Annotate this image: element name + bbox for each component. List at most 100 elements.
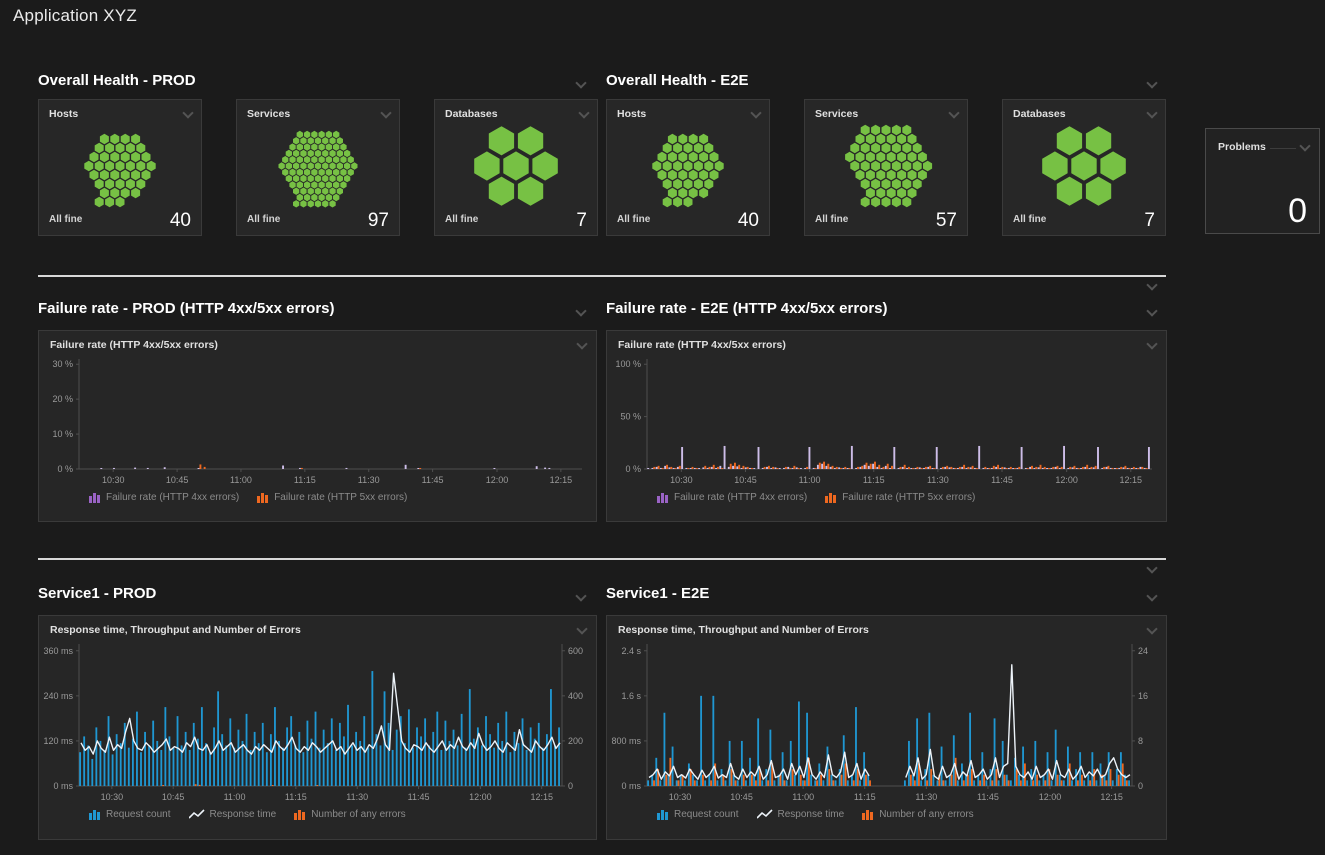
problems-tile[interactable]: Problems 0 [1205,128,1320,234]
healthy-hexagon[interactable] [340,181,346,188]
healthy-hexagon[interactable] [300,175,306,182]
chevron-down-icon[interactable] [576,79,586,89]
healthy-hexagon[interactable] [351,162,357,169]
healthy-hexagon[interactable] [699,188,708,198]
healthy-hexagon[interactable] [902,197,911,207]
legend-item[interactable]: Failure rate (HTTP 5xx errors) [825,492,975,503]
healthy-hexagon[interactable] [663,161,672,171]
healthy-hexagon[interactable] [300,150,306,157]
healthy-hexagon[interactable] [699,152,708,162]
healthy-hexagon[interactable] [887,134,896,144]
legend-item[interactable]: Response time [757,809,845,820]
health-tile-hosts-e2e[interactable]: Hosts All fine 40 [606,99,770,236]
service1-prod-plot[interactable]: 360 ms240 ms120 ms0 ms600400200010:3010:… [39,638,596,806]
healthy-hexagon[interactable] [121,152,130,162]
healthy-hexagon[interactable] [297,143,303,150]
healthy-hexagon[interactable] [882,161,891,171]
healthy-hexagon[interactable] [136,161,145,171]
healthy-hexagon[interactable] [293,200,299,207]
healthy-hexagon[interactable] [658,152,667,162]
healthy-hexagon[interactable] [689,170,698,180]
healthy-hexagon[interactable] [673,179,682,189]
legend-item[interactable]: Failure rate (HTTP 4xx errors) [89,492,239,503]
healthy-hexagon[interactable] [340,156,346,163]
healthy-hexagon[interactable] [340,143,346,150]
healthy-hexagon[interactable] [105,161,114,171]
healthy-hexagon[interactable] [913,161,922,171]
healthy-hexagon[interactable] [887,188,896,198]
healthy-hexagon[interactable] [892,179,901,189]
healthy-hexagon[interactable] [882,125,891,135]
health-tile-databases-e2e[interactable]: Databases All fine 7 [1002,99,1166,236]
healthy-hexagon[interactable] [311,156,317,163]
healthy-hexagon[interactable] [861,197,870,207]
chevron-down-icon[interactable] [576,592,586,602]
healthy-hexagon[interactable] [668,134,677,144]
healthy-hexagon[interactable] [704,179,713,189]
healthy-hexagon[interactable] [308,188,314,195]
healthy-hexagon[interactable] [673,197,682,207]
healthy-hexagon[interactable] [322,188,328,195]
healthy-hexagon[interactable] [110,188,119,198]
healthy-hexagon[interactable] [897,134,906,144]
healthy-hexagon[interactable] [105,179,114,189]
healthy-hexagon[interactable] [297,156,303,163]
healthy-hexagon[interactable] [344,162,350,169]
healthy-hexagon[interactable] [100,134,109,144]
chevron-down-icon[interactable] [577,625,587,635]
healthy-hexagon[interactable] [658,170,667,180]
failure-rate-e2e-plot[interactable]: 100 %50 %0 %10:3010:4511:0011:1511:3011:… [607,353,1166,489]
healthy-hexagon[interactable] [126,143,135,153]
healthy-hexagon[interactable] [319,131,325,138]
healthy-hexagon[interactable] [887,170,896,180]
healthy-hexagon[interactable] [326,169,332,176]
healthy-hexagon[interactable] [850,143,859,153]
healthy-hexagon[interactable] [652,161,661,171]
healthy-hexagon[interactable] [333,169,339,176]
healthy-hexagon[interactable] [663,179,672,189]
chevron-down-icon[interactable] [1147,592,1157,602]
healthy-hexagon[interactable] [311,194,317,201]
healthy-hexagon[interactable] [908,188,917,198]
healthy-hexagon[interactable] [532,151,557,180]
healthy-hexagon[interactable] [319,143,325,150]
healthy-hexagon[interactable] [489,126,514,155]
healthy-hexagon[interactable] [337,188,343,195]
healthy-hexagon[interactable] [100,188,109,198]
chevron-down-icon[interactable] [1147,79,1157,89]
healthy-hexagon[interactable] [710,152,719,162]
healthy-hexagon[interactable] [282,156,288,163]
healthy-hexagon[interactable] [90,170,99,180]
healthy-hexagon[interactable] [856,152,865,162]
healthy-hexagon[interactable] [897,152,906,162]
healthy-hexagon[interactable] [348,169,354,176]
healthy-hexagon[interactable] [105,143,114,153]
healthy-hexagon[interactable] [329,200,335,207]
healthy-hexagon[interactable] [293,162,299,169]
healthy-hexagon[interactable] [902,161,911,171]
healthy-hexagon[interactable] [95,197,104,207]
chevron-down-icon[interactable] [1147,340,1157,350]
healthy-hexagon[interactable] [344,175,350,182]
healthy-hexagon[interactable] [1086,177,1111,206]
healthy-hexagon[interactable] [892,125,901,135]
healthy-hexagon[interactable] [297,169,303,176]
healthy-hexagon[interactable] [673,143,682,153]
healthy-hexagon[interactable] [908,134,917,144]
healthy-hexagon[interactable] [319,169,325,176]
healthy-hexagon[interactable] [668,152,677,162]
healthy-hexagon[interactable] [704,143,713,153]
healthy-hexagon[interactable] [1042,151,1067,180]
healthy-hexagon[interactable] [300,188,306,195]
healthy-hexagon[interactable] [308,150,314,157]
healthy-hexagon[interactable] [326,131,332,138]
healthy-hexagon[interactable] [131,152,140,162]
healthy-hexagon[interactable] [503,151,528,180]
healthy-hexagon[interactable] [333,156,339,163]
healthy-hexagon[interactable] [121,134,130,144]
healthy-hexagon[interactable] [1057,126,1082,155]
healthy-hexagon[interactable] [315,200,321,207]
healthy-hexagon[interactable] [329,162,335,169]
healthy-hexagon[interactable] [116,197,125,207]
healthy-hexagon[interactable] [315,137,321,144]
